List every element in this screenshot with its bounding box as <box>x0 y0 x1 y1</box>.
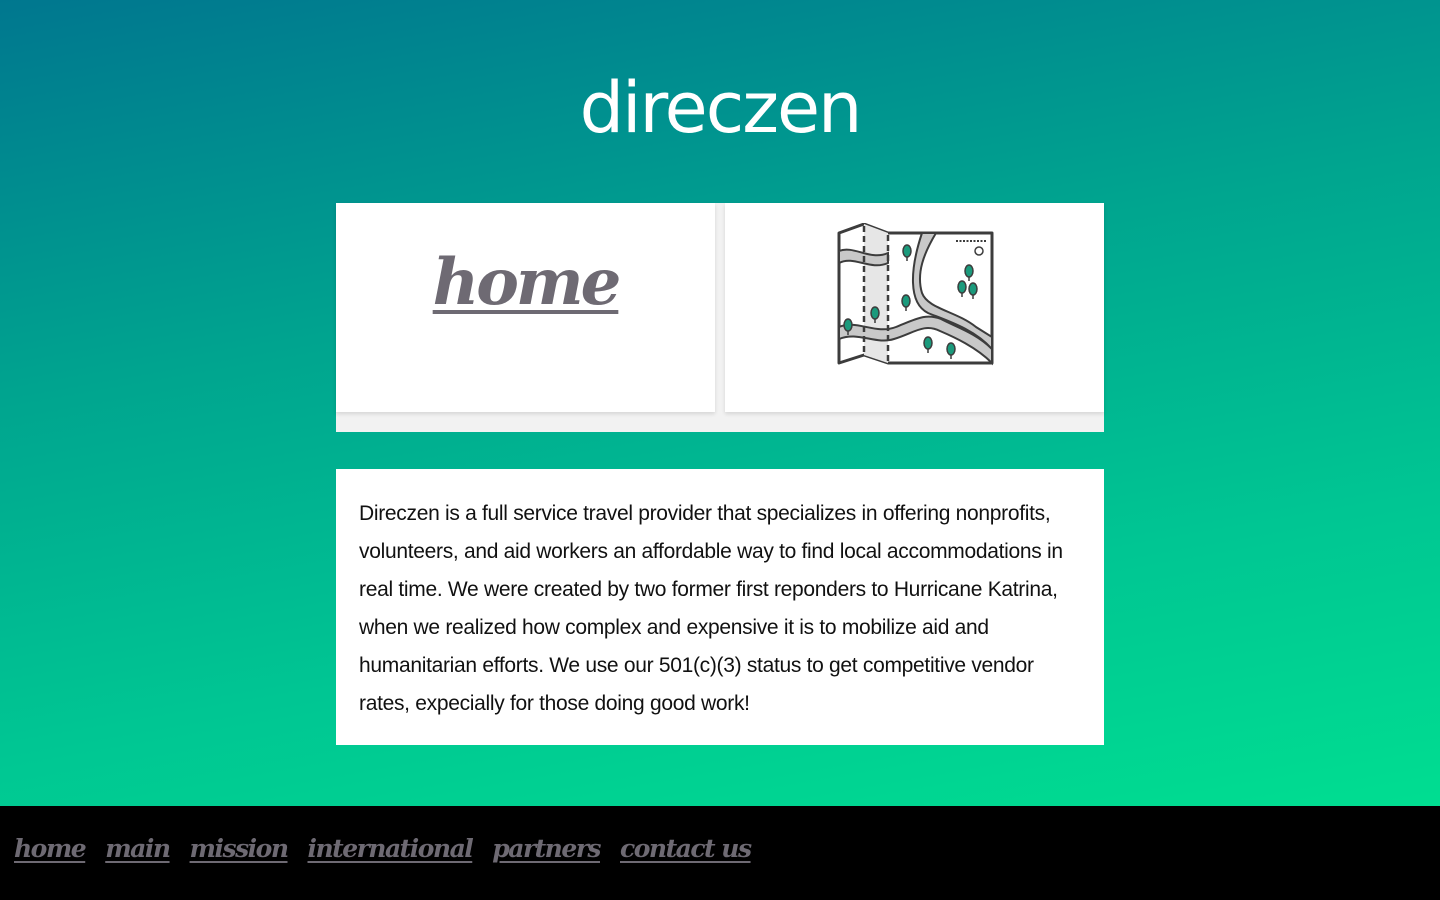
footer-link-home[interactable]: home <box>14 834 87 863</box>
hero-card-home: home <box>336 203 715 412</box>
site-title: direczen <box>579 67 863 149</box>
footer-link-main[interactable]: main <box>105 834 171 863</box>
footer-link-contact-us[interactable]: contact us <box>620 834 752 863</box>
folded-map-icon <box>837 223 994 366</box>
hero-panel: home <box>336 203 1104 432</box>
hero-card-map <box>725 203 1104 412</box>
footer-nav: home main mission international partners… <box>14 834 752 863</box>
home-heading-link[interactable]: home <box>336 245 715 320</box>
about-description: Direczen is a full service travel provid… <box>359 502 1063 715</box>
footer-link-international[interactable]: international <box>308 834 474 863</box>
footer: home main mission international partners… <box>0 806 1440 900</box>
footer-link-partners[interactable]: partners <box>492 834 601 863</box>
about-card: Direczen is a full service travel provid… <box>336 469 1104 745</box>
footer-link-mission[interactable]: mission <box>190 834 289 863</box>
